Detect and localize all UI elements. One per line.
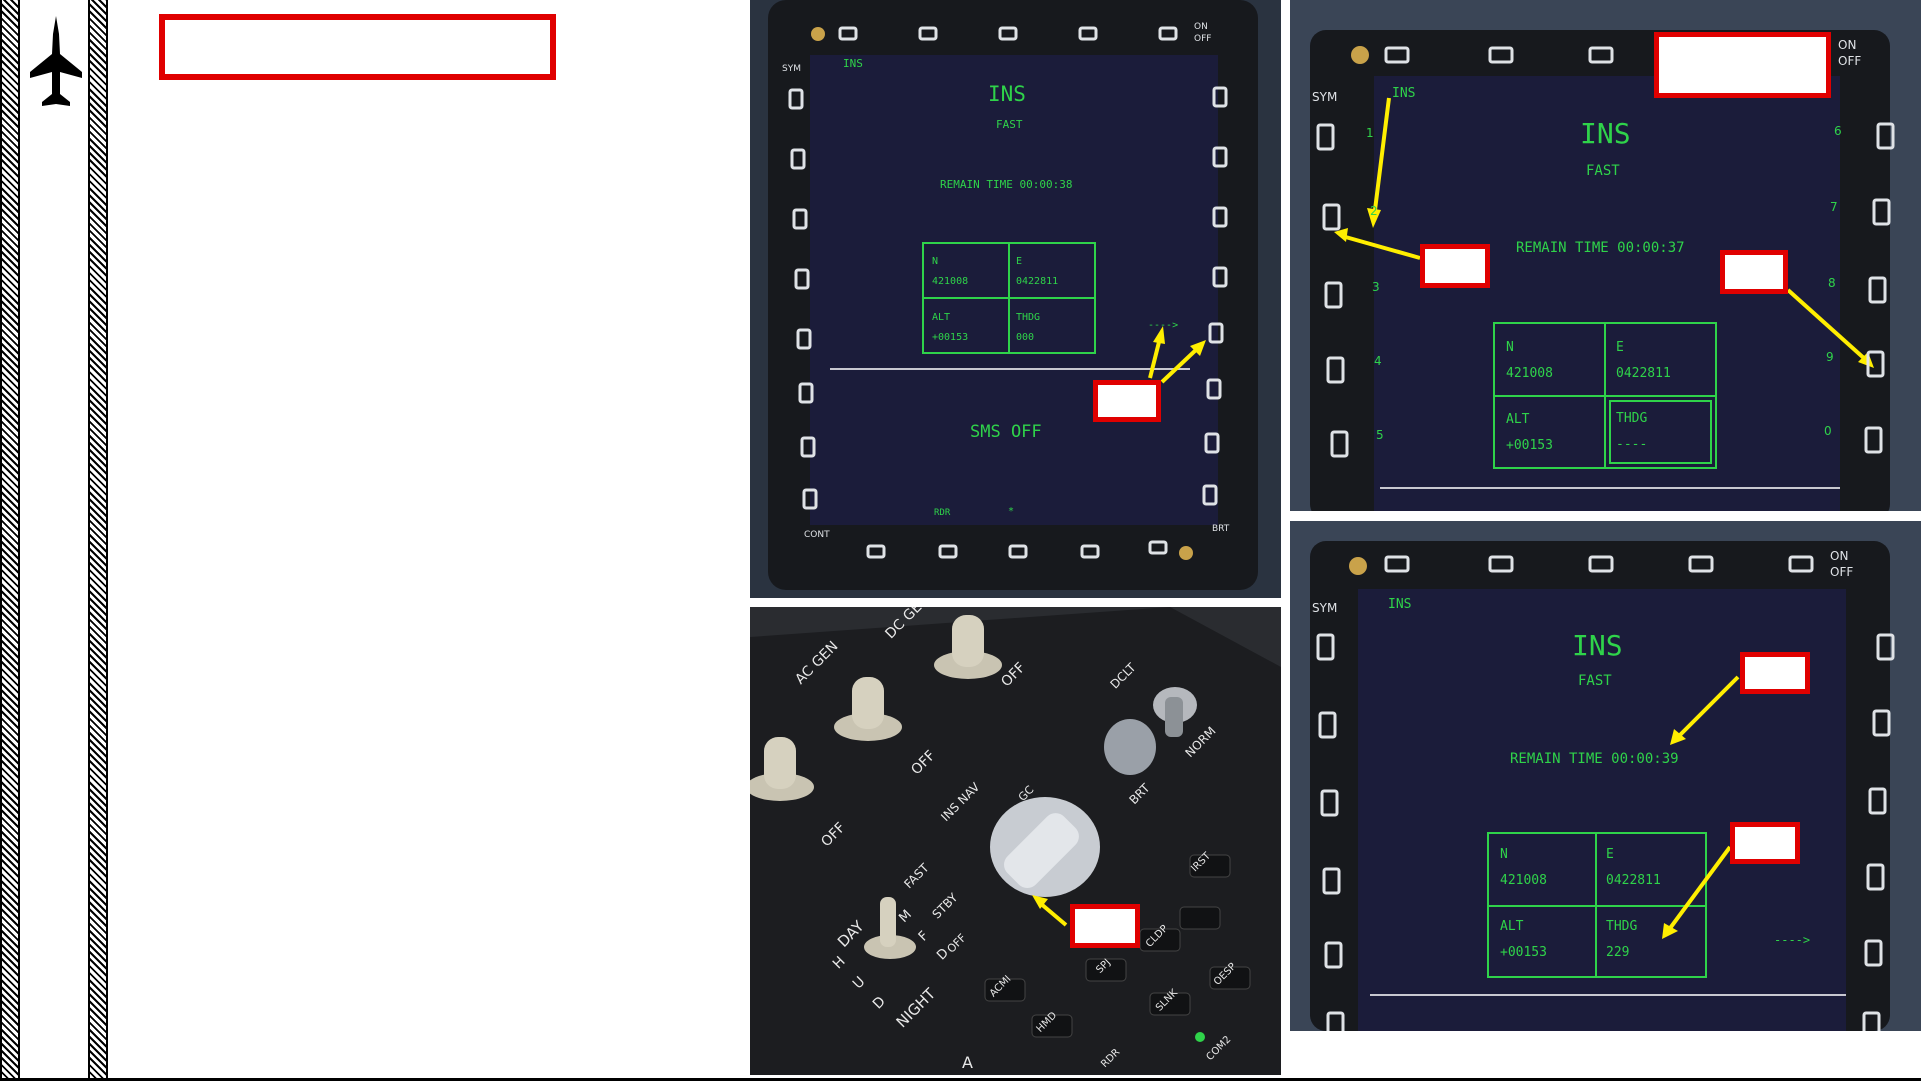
- title-placeholder-box: [159, 14, 556, 80]
- grid-n-value: 421008: [1506, 366, 1553, 381]
- grid-n-label: N: [1506, 340, 1514, 355]
- on-label: ON: [1194, 22, 1208, 32]
- ins-switch-panel: AC GEN DC GEN OFF OFF OFF OFF INS NAV GC…: [750, 607, 1281, 1075]
- osb-number-5: 5: [1376, 428, 1384, 442]
- mfd-remain-time: REMAIN TIME 00:00:39: [1510, 751, 1679, 767]
- mfd-page-label: INS: [843, 57, 863, 70]
- grid-e-value: 0422811: [1016, 276, 1059, 287]
- mfd-page-label: INS: [1392, 86, 1416, 101]
- grid-e-label: E: [1016, 256, 1023, 267]
- grid-e-label: E: [1616, 340, 1624, 355]
- mfd-title: INS: [1572, 629, 1623, 662]
- off-label: OFF: [1830, 565, 1854, 579]
- grid-e-value: 0422811: [1616, 366, 1671, 381]
- grid-n-value: 421008: [932, 276, 969, 287]
- mfd-remain-time: REMAIN TIME 00:00:37: [1516, 240, 1685, 256]
- mfd-mode: FAST: [996, 118, 1023, 131]
- mfd-arrow-marker: ---->: [1774, 933, 1811, 947]
- left-hatch-bar: [0, 0, 20, 1081]
- sms-status: SMS OFF: [970, 422, 1042, 442]
- grid-e-value: 0422811: [1606, 873, 1661, 888]
- callout-box-top-mfd: [1093, 380, 1161, 422]
- left-hatch-bar-inner: [88, 0, 108, 1081]
- cont-label: CONT: [804, 530, 830, 540]
- mfd-page-label: INS: [1388, 597, 1412, 612]
- osb-star-label: *: [1008, 506, 1015, 517]
- grid-alt-value: +00153: [932, 332, 969, 343]
- mfd-mode: FAST: [1578, 673, 1612, 689]
- grid-thdg-value: 000: [1016, 332, 1035, 343]
- sym-label: SYM: [782, 64, 801, 74]
- callout-box-thdg: [1730, 822, 1800, 864]
- on-label: ON: [1830, 549, 1849, 563]
- mfd-remain-time: REMAIN TIME 00:00:38: [940, 178, 1073, 191]
- grid-alt-label: ALT: [932, 312, 951, 323]
- osb-number-7: 7: [1830, 200, 1838, 214]
- grid-n-label: N: [1500, 847, 1508, 862]
- off-label: OFF: [1838, 54, 1862, 68]
- callout-box-remain-time-2: [1740, 652, 1810, 694]
- grid-thdg-label: THDG: [1616, 411, 1648, 426]
- fighter-jet-icon: [30, 16, 82, 106]
- grid-alt-value: +00153: [1506, 438, 1553, 453]
- callout-box-ins-knob: [1070, 904, 1140, 948]
- on-label: ON: [1838, 38, 1857, 52]
- osb-number-8: 8: [1828, 276, 1836, 290]
- osb-number-6: 6: [1834, 124, 1842, 138]
- osb-rdr-label: RDR: [934, 508, 951, 518]
- grid-alt-label: ALT: [1500, 919, 1524, 934]
- mfd-title: INS: [988, 82, 1026, 106]
- osb-number-4: 4: [1374, 354, 1382, 368]
- grid-thdg-value: 229: [1606, 945, 1630, 960]
- grid-thdg-value: ----: [1616, 437, 1648, 452]
- callout-box-remain-time: [1654, 32, 1831, 98]
- sym-label: SYM: [1312, 90, 1338, 104]
- callout-box-osb-left: [1420, 244, 1490, 288]
- grid-alt-value: +00153: [1500, 945, 1547, 960]
- mfd-panel-right-bottom: INS INS FAST REMAIN TIME 00:00:39 N 4210…: [1290, 521, 1921, 1031]
- grid-e-label: E: [1606, 847, 1614, 862]
- grid-n-label: N: [932, 256, 939, 267]
- grid-thdg-label: THDG: [1016, 312, 1041, 323]
- osb-number-1: 1: [1366, 126, 1374, 140]
- osb-number-9: 9: [1826, 350, 1834, 364]
- mfd-panel-top: INS INS FAST REMAIN TIME 00:00:38 N 4210…: [750, 0, 1281, 598]
- page: INS INS FAST REMAIN TIME 00:00:38 N 4210…: [0, 0, 1921, 1081]
- grid-alt-label: ALT: [1506, 412, 1530, 427]
- mfd-title: INS: [1580, 117, 1631, 150]
- callout-box-osb-right: [1720, 250, 1788, 294]
- off-label: OFF: [1194, 34, 1212, 44]
- grid-n-value: 421008: [1500, 873, 1547, 888]
- grid-thdg-label: THDG: [1606, 919, 1638, 934]
- osb-number-0: 0: [1824, 424, 1832, 438]
- mfd-arrow-marker: ---->: [1148, 320, 1179, 331]
- mfd-mode: FAST: [1586, 163, 1620, 179]
- brt-label: BRT: [1212, 524, 1230, 534]
- osb-number-2: 2: [1370, 204, 1378, 218]
- label-a: A: [962, 1053, 973, 1072]
- sym-label: SYM: [1312, 601, 1338, 615]
- osb-number-3: 3: [1372, 280, 1380, 294]
